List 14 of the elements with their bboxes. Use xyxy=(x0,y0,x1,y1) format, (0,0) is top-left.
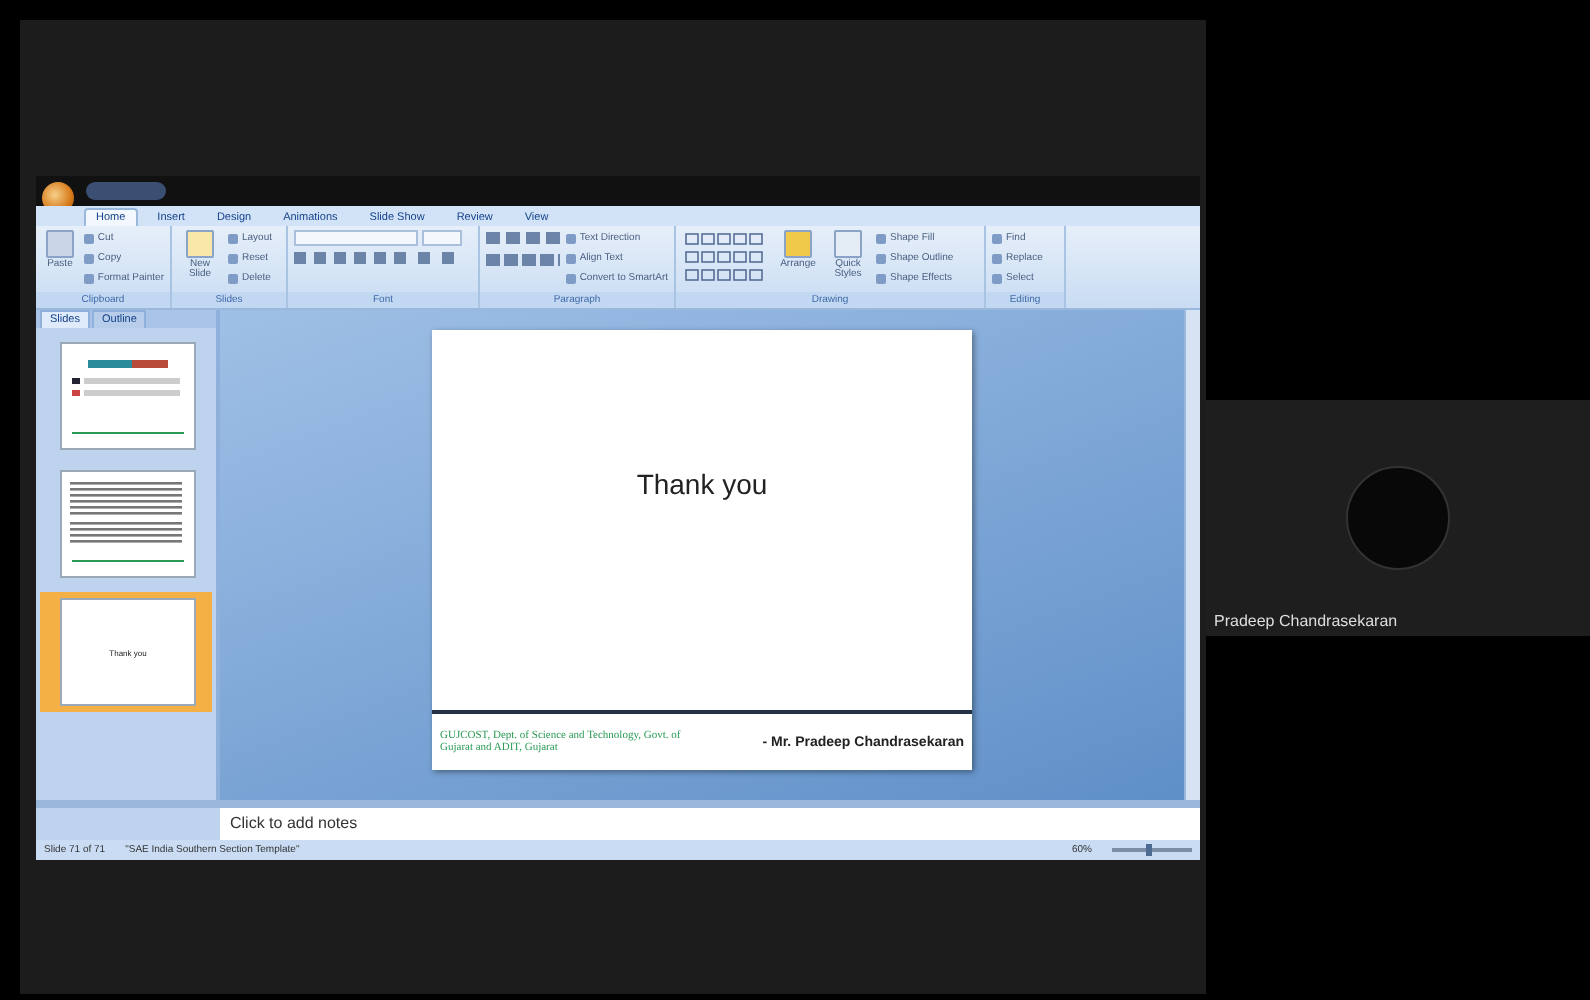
avatar-circle xyxy=(1346,466,1450,570)
notes-field[interactable]: Click to add notes xyxy=(220,808,1200,840)
slide-title: Thank you xyxy=(634,466,770,504)
button-icon xyxy=(45,230,74,258)
participant-name: Pradeep Chandrasekaran xyxy=(1214,612,1398,630)
font-name-field[interactable] xyxy=(294,230,418,246)
paragraph-format-drawing xyxy=(486,230,560,270)
button-icon xyxy=(784,230,812,258)
vertical-scrollbar[interactable] xyxy=(1184,310,1200,800)
button-icon xyxy=(834,230,862,258)
quick-access-toolbar[interactable] xyxy=(86,182,166,200)
zoom-slider-thumb[interactable] xyxy=(1145,844,1151,856)
font-size-field[interactable] xyxy=(422,230,462,246)
button-icon xyxy=(186,230,214,258)
